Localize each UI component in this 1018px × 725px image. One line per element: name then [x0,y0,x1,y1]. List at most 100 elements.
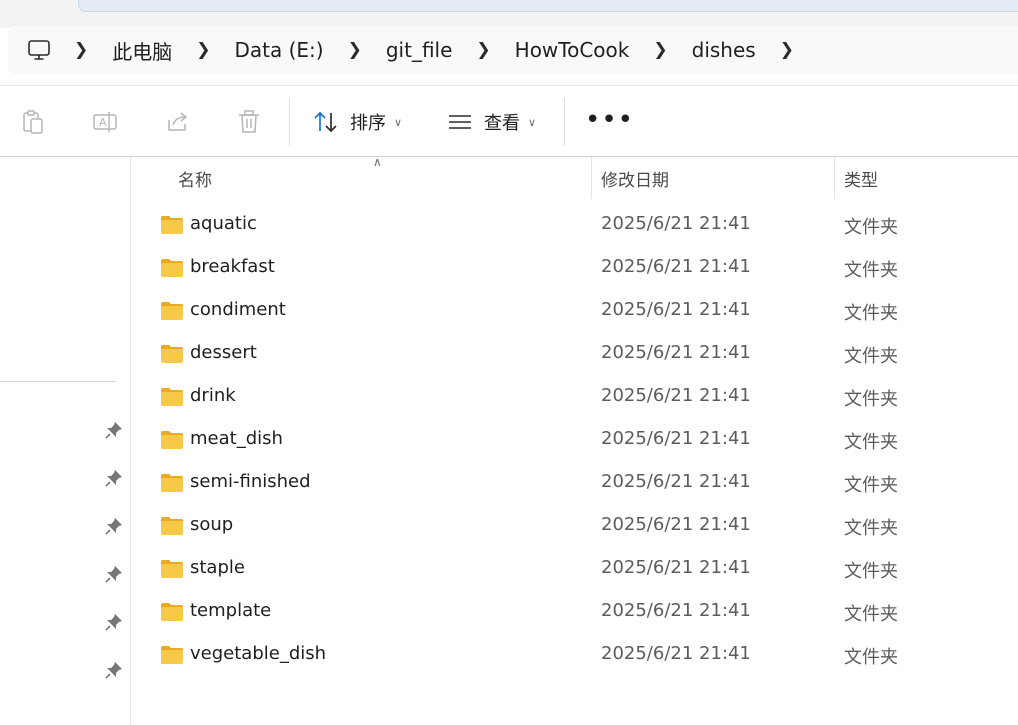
file-date: 2025/6/21 21:41 [601,342,751,363]
file-name[interactable]: aquatic [190,213,257,234]
view-label: 查看 [484,113,520,134]
rename-icon[interactable]: A [91,108,119,136]
nav-separator [0,381,116,382]
column-separator[interactable] [591,157,592,199]
file-date: 2025/6/21 21:41 [601,256,751,277]
sort-label: 排序 [350,113,386,134]
file-name[interactable]: vegetable_dish [190,643,326,664]
breadcrumb-chevron-icon[interactable]: ❯ [635,40,685,60]
column-header-name[interactable]: 名称 [178,157,212,199]
file-type: 文件夹 [844,604,898,625]
breadcrumb-git-file[interactable]: git_file [380,38,459,62]
breadcrumb-howtocook[interactable]: HowToCook [509,38,636,62]
pin-icon[interactable] [104,420,124,440]
pin-icon[interactable] [104,564,124,584]
table-row[interactable]: template 2025/6/21 21:41 文件夹 [131,591,1018,634]
pin-icon[interactable] [104,468,124,488]
folder-icon [161,431,183,449]
folder-icon [161,216,183,234]
breadcrumb-drive[interactable]: Data (E:) [229,38,330,62]
navigation-pane [0,157,130,725]
file-name[interactable]: staple [190,557,245,578]
column-header-date[interactable]: 修改日期 [601,157,669,199]
file-date: 2025/6/21 21:41 [601,428,751,449]
file-name[interactable]: breakfast [190,256,275,277]
file-type: 文件夹 [844,518,898,539]
table-row[interactable]: vegetable_dish 2025/6/21 21:41 文件夹 [131,634,1018,677]
tab-strip-edge [78,0,1018,12]
chevron-down-icon: ∨ [394,115,403,129]
table-row[interactable]: soup 2025/6/21 21:41 文件夹 [131,505,1018,548]
file-type: 文件夹 [844,303,898,324]
table-row[interactable]: drink 2025/6/21 21:41 文件夹 [131,376,1018,419]
folder-icon [161,302,183,320]
file-date: 2025/6/21 21:41 [601,299,751,320]
breadcrumb-this-pc[interactable]: 此电脑 [106,36,178,65]
folder-icon [161,603,183,621]
share-icon[interactable] [163,108,191,136]
file-type: 文件夹 [844,260,898,281]
pin-icon[interactable] [104,516,124,536]
delete-icon[interactable] [235,108,263,136]
sort-arrows-icon [314,111,337,133]
file-name[interactable]: condiment [190,299,286,320]
file-date: 2025/6/21 21:41 [601,471,751,492]
file-date: 2025/6/21 21:41 [601,643,751,664]
svg-text:A: A [99,116,107,129]
pin-icon[interactable] [104,660,124,680]
table-row[interactable]: aquatic 2025/6/21 21:41 文件夹 [131,204,1018,247]
breadcrumb-dishes[interactable]: dishes [686,38,762,62]
toolbar-separator [564,98,565,146]
address-bar[interactable]: ❯ 此电脑 ❯ Data (E:) ❯ git_file ❯ HowToCook… [8,26,1018,74]
file-type: 文件夹 [844,389,898,410]
breadcrumb-chevron-icon[interactable]: ❯ [56,40,106,60]
folder-icon [161,517,183,535]
file-name[interactable]: template [190,600,271,621]
folder-icon [161,646,183,664]
toolbar-separator [289,98,290,146]
breadcrumb-chevron-icon[interactable]: ❯ [178,40,228,60]
breadcrumb-chevron-icon[interactable]: ❯ [762,40,812,60]
column-header-type[interactable]: 类型 [844,157,878,199]
column-separator[interactable] [834,157,835,199]
view-list-icon [449,115,471,129]
folder-icon [161,474,183,492]
sort-ascending-icon: ∧ [373,155,382,169]
table-row[interactable]: meat_dish 2025/6/21 21:41 文件夹 [131,419,1018,462]
paste-icon[interactable] [19,108,47,136]
file-name[interactable]: dessert [190,342,257,363]
table-row[interactable]: condiment 2025/6/21 21:41 文件夹 [131,290,1018,333]
file-date: 2025/6/21 21:41 [601,213,751,234]
file-date: 2025/6/21 21:41 [601,514,751,535]
view-button[interactable]: 查看 ∨ [447,102,536,142]
file-type: 文件夹 [844,432,898,453]
file-type: 文件夹 [844,561,898,582]
file-type: 文件夹 [844,346,898,367]
table-row[interactable]: dessert 2025/6/21 21:41 文件夹 [131,333,1018,376]
file-date: 2025/6/21 21:41 [601,385,751,406]
sort-button[interactable]: 排序 ∨ [312,102,402,142]
file-name[interactable]: meat_dish [190,428,283,449]
table-row[interactable]: semi-finished 2025/6/21 21:41 文件夹 [131,462,1018,505]
chevron-down-icon: ∨ [528,115,537,129]
breadcrumb-chevron-icon[interactable]: ❯ [458,40,508,60]
more-options-button[interactable]: ••• [585,107,634,133]
breadcrumb-chevron-icon[interactable]: ❯ [330,40,380,60]
computer-icon[interactable] [26,37,52,63]
file-type: 文件夹 [844,647,898,668]
table-row[interactable]: breakfast 2025/6/21 21:41 文件夹 [131,247,1018,290]
command-bar: A 排序 ∨ 查看 ∨ ••• [0,88,1018,156]
file-name[interactable]: soup [190,514,233,535]
pin-icon[interactable] [104,612,124,632]
file-name[interactable]: drink [190,385,236,406]
file-date: 2025/6/21 21:41 [601,557,751,578]
file-date: 2025/6/21 21:41 [601,600,751,621]
folder-icon [161,388,183,406]
address-divider [0,85,1018,86]
file-name[interactable]: semi-finished [190,471,311,492]
table-row[interactable]: staple 2025/6/21 21:41 文件夹 [131,548,1018,591]
file-type: 文件夹 [844,475,898,496]
file-type: 文件夹 [844,217,898,238]
folder-icon [161,345,183,363]
folder-icon [161,560,183,578]
